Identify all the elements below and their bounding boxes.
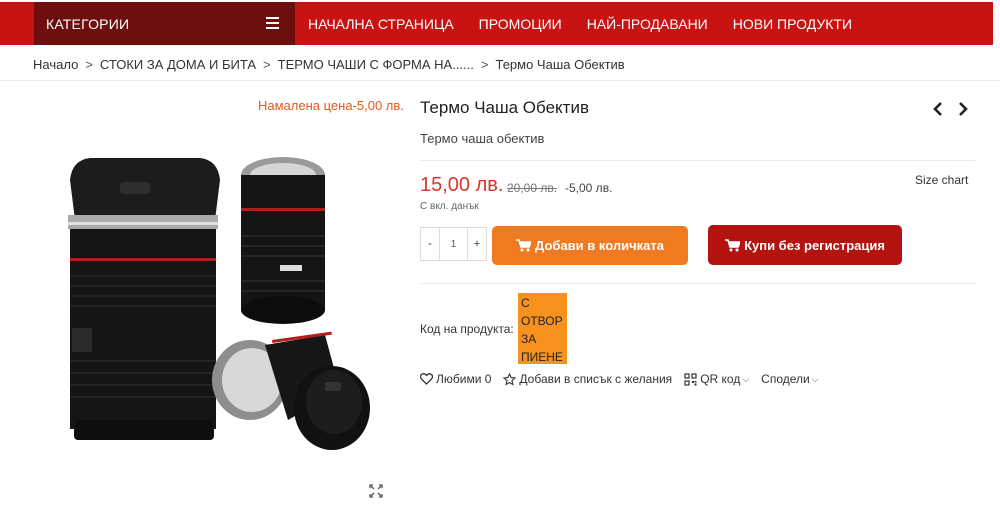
qr-code-dropdown[interactable]: QR код ⌵ bbox=[684, 372, 749, 386]
add-to-cart-button[interactable]: Добави в количката bbox=[492, 226, 688, 265]
hamburger-icon[interactable] bbox=[266, 17, 279, 29]
favorites-button[interactable]: Любими 0 bbox=[420, 372, 491, 386]
nav-item-home[interactable]: НАЧАЛНА СТРАНИЦА bbox=[308, 16, 454, 32]
quantity-decrease-button[interactable]: - bbox=[421, 228, 439, 260]
lens-mug-medium bbox=[241, 157, 325, 324]
chevron-down-icon: ⌵ bbox=[811, 373, 819, 384]
buy-without-registration-button[interactable]: Купи без регистрация bbox=[708, 225, 902, 265]
add-to-cart-label: Добави в количката bbox=[535, 238, 664, 253]
price-saving: -5,00 лв. bbox=[565, 181, 613, 195]
categories-menu-button[interactable]: КАТЕГОРИИ bbox=[34, 2, 295, 45]
chevron-left-icon[interactable] bbox=[932, 101, 944, 117]
details-divider bbox=[420, 283, 975, 284]
product-image[interactable] bbox=[40, 140, 390, 460]
lens-mug-large bbox=[68, 158, 220, 440]
size-chart-link[interactable]: Size chart bbox=[915, 173, 968, 187]
product-title: Термо Чаша Обектив bbox=[420, 98, 589, 117]
share-label: Сподели bbox=[761, 372, 810, 386]
wishlist-label: Добави в списък с желания bbox=[519, 372, 673, 386]
chevron-right-icon[interactable] bbox=[957, 101, 969, 117]
wishlist-button[interactable]: Добави в списък с желания bbox=[503, 372, 672, 386]
product-code-line: С bbox=[521, 296, 530, 310]
qr-code-label: QR код bbox=[700, 372, 741, 386]
cart-icon bbox=[516, 239, 532, 252]
cart-icon bbox=[725, 238, 741, 251]
buy-without-registration-label: Купи без регистрация bbox=[744, 237, 885, 253]
main-menu: НАЧАЛНА СТРАНИЦА ПРОМОЦИИ НАЙ-ПРОДАВАНИ … bbox=[308, 2, 877, 45]
breadcrumb-separator: > bbox=[263, 57, 271, 72]
chevron-down-icon: ⌵ bbox=[742, 373, 750, 384]
qr-code-icon bbox=[684, 372, 697, 386]
old-price: 20,00 лв. bbox=[507, 181, 558, 195]
product-actions: Любими 0 Добави в списък с желания QR ко… bbox=[420, 372, 831, 386]
quantity-stepper: - 1 + bbox=[420, 227, 487, 261]
breadcrumb-subcategory[interactable]: ТЕРМО ЧАШИ С ФОРМА НА...... bbox=[278, 57, 474, 72]
breadcrumb-category[interactable]: СТОКИ ЗА ДОМА И БИТА bbox=[100, 57, 256, 72]
nav-item-new-products[interactable]: НОВИ ПРОДУКТИ bbox=[733, 16, 852, 32]
product-code-label: Код на продукта: bbox=[420, 322, 514, 336]
share-dropdown[interactable]: Сподели ⌵ bbox=[761, 372, 818, 386]
tax-note: С вкл. данък bbox=[420, 201, 479, 212]
star-icon bbox=[503, 372, 517, 386]
breadcrumb-separator: > bbox=[85, 57, 93, 72]
product-code-line: ОТВОР bbox=[521, 314, 563, 328]
product-code-value: С ОТВОР ЗА ПИЕНЕ bbox=[518, 293, 567, 364]
breadcrumb-separator: > bbox=[480, 57, 489, 72]
top-navigation: КАТЕГОРИИ НАЧАЛНА СТРАНИЦА ПРОМОЦИИ НАЙ-… bbox=[0, 0, 1000, 46]
discount-badge: Намалена цена-5,00 лв. bbox=[258, 98, 404, 113]
nav-item-promotions[interactable]: ПРОМОЦИИ bbox=[479, 16, 562, 32]
favorites-label: Любими 0 bbox=[436, 372, 492, 386]
heart-icon bbox=[420, 373, 433, 385]
expand-icon[interactable] bbox=[369, 484, 383, 498]
quantity-increase-button[interactable]: + bbox=[468, 228, 486, 260]
breadcrumb-current: Термо Чаша Обектив bbox=[495, 57, 625, 72]
current-price: 15,00 лв. bbox=[420, 174, 504, 196]
product-code-line: ПИЕНЕ bbox=[521, 350, 563, 364]
lens-mug-small bbox=[212, 331, 370, 450]
product-short-description: Термо чаша обектив bbox=[420, 131, 545, 146]
categories-label: КАТЕГОРИИ bbox=[46, 15, 130, 32]
details-divider bbox=[420, 160, 975, 161]
breadcrumb-divider bbox=[0, 80, 1000, 81]
nav-item-bestsellers[interactable]: НАЙ-ПРОДАВАНИ bbox=[587, 16, 708, 32]
product-code-line: ЗА bbox=[521, 332, 537, 346]
breadcrumb-home[interactable]: Начало bbox=[33, 57, 78, 72]
quantity-input[interactable]: 1 bbox=[439, 228, 468, 260]
breadcrumb: Начало > СТОКИ ЗА ДОМА И БИТА > ТЕРМО ЧА… bbox=[33, 57, 625, 72]
